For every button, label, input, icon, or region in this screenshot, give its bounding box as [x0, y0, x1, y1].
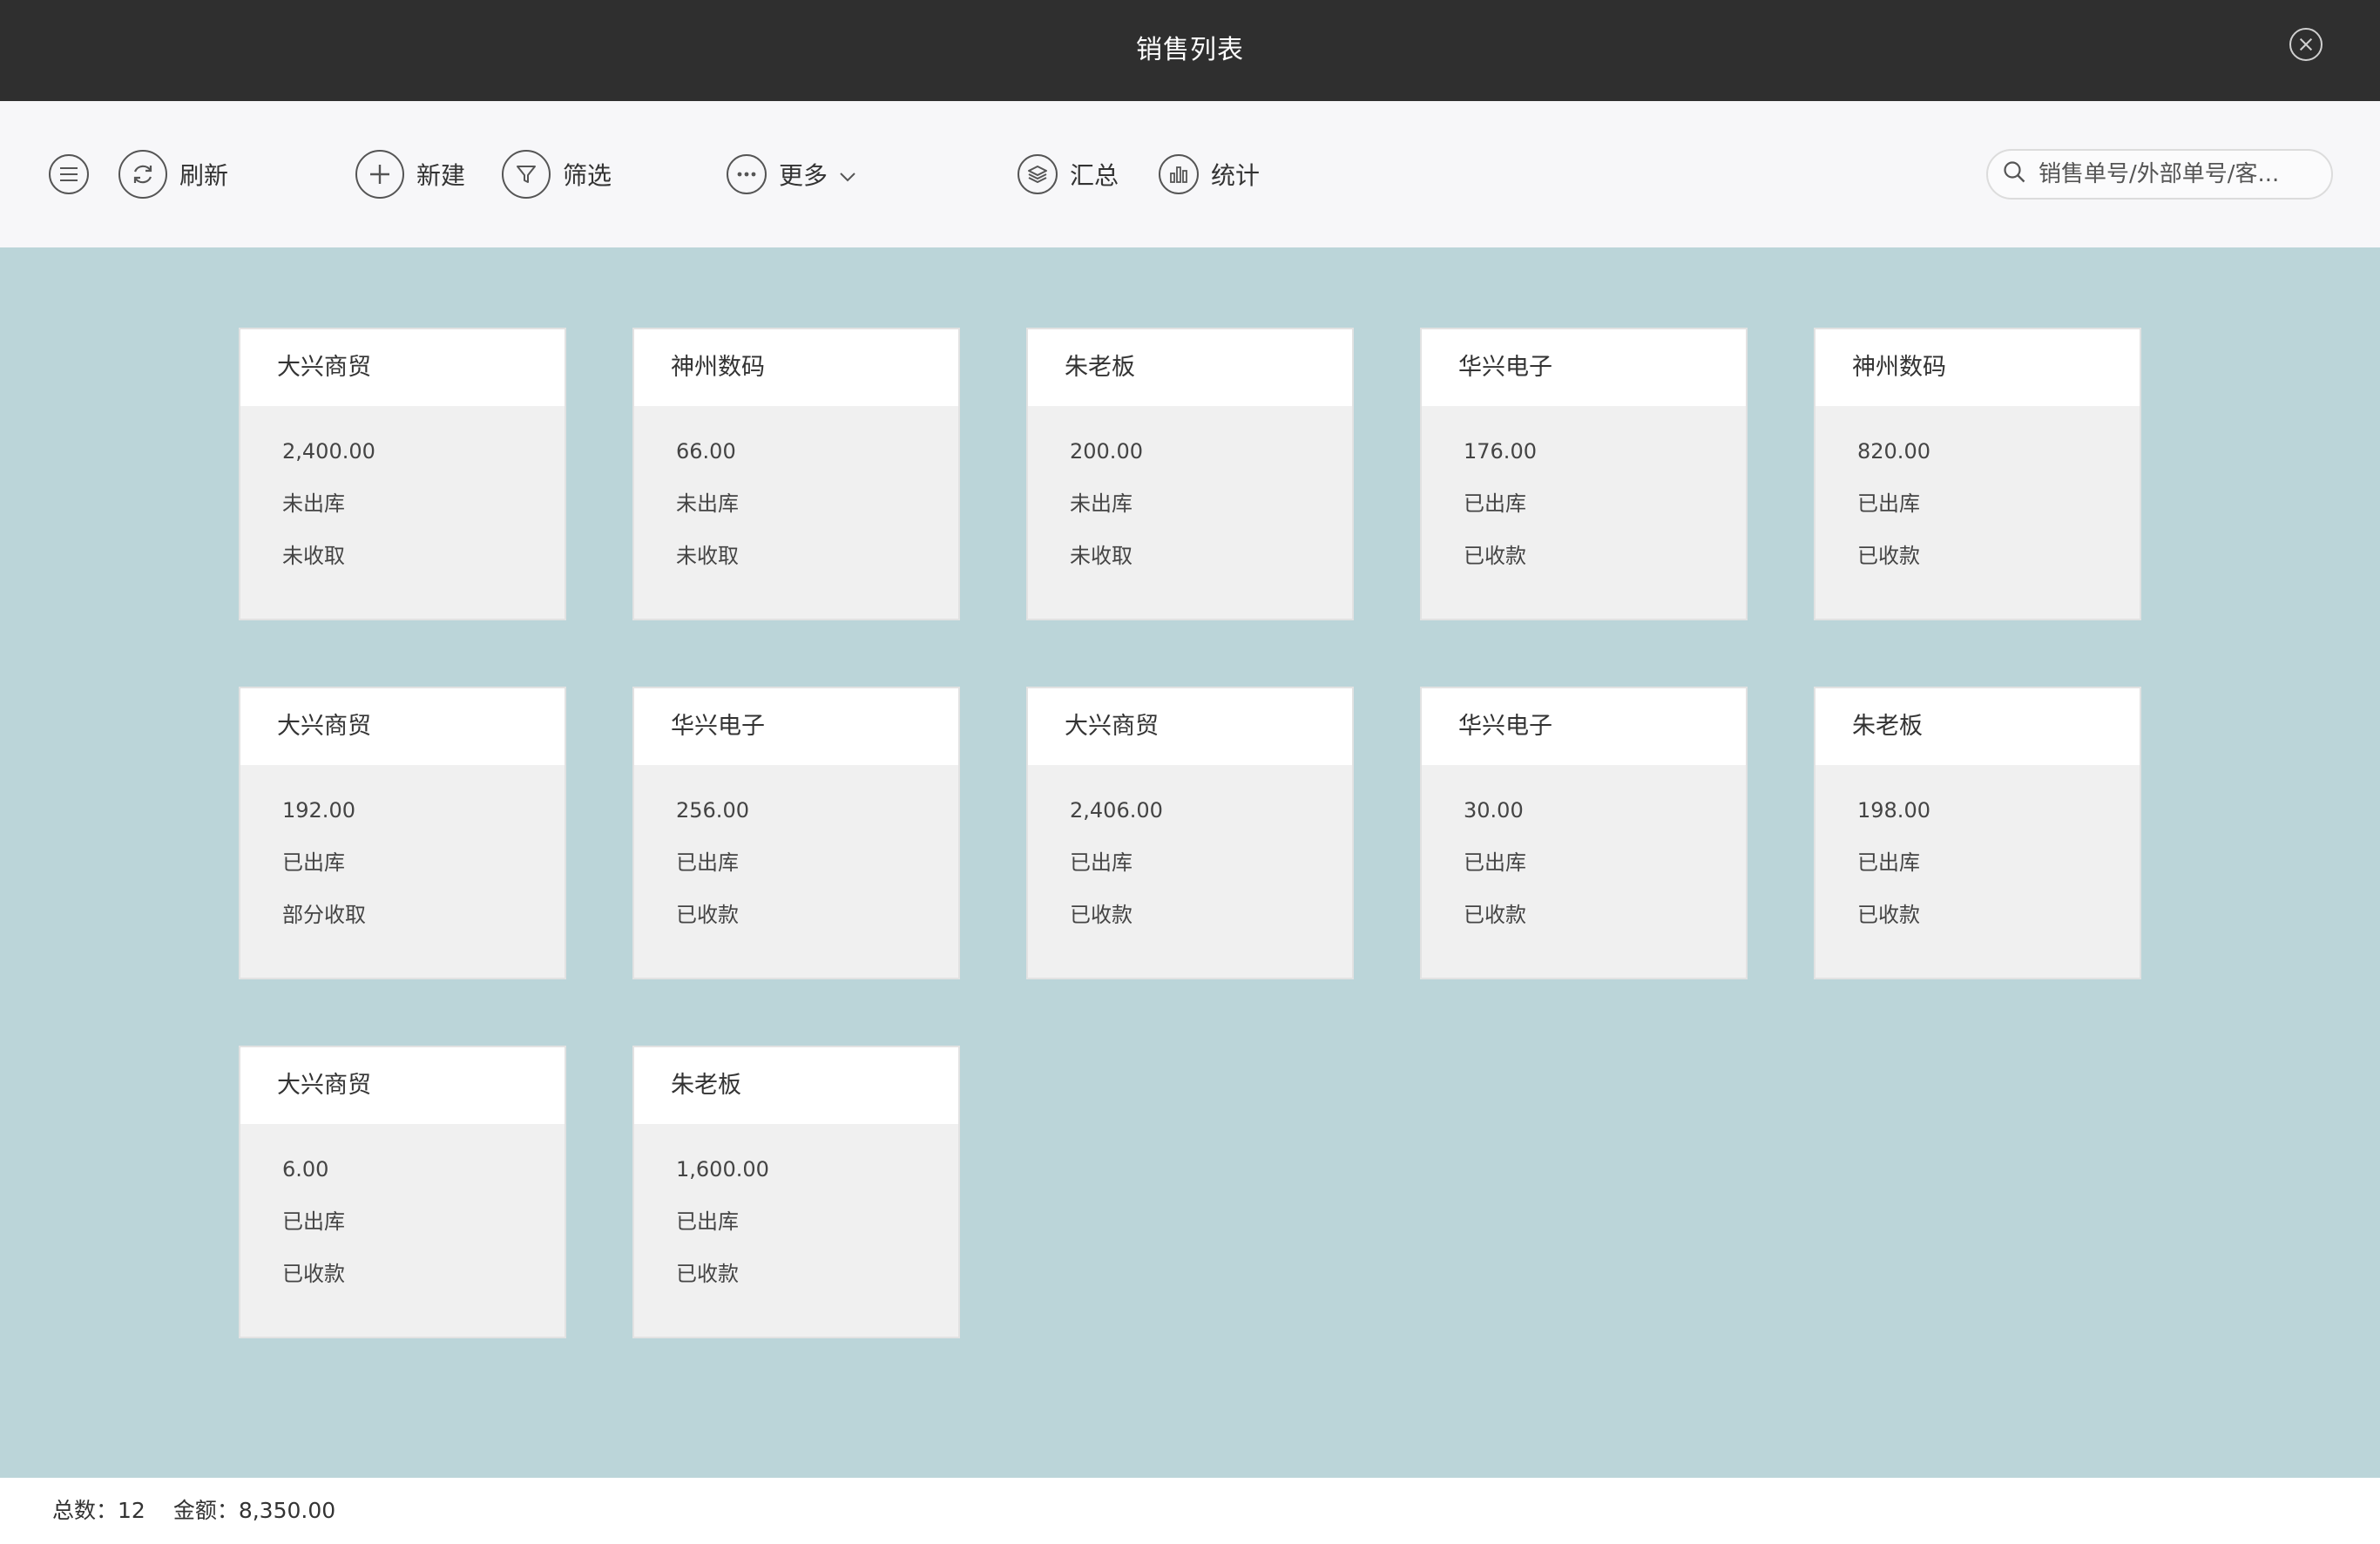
- plus-icon: [355, 150, 404, 199]
- card-customer: 大兴商贸: [240, 1047, 565, 1124]
- card-shipping-status: 已出库: [1070, 850, 1133, 875]
- card-shipping-status: 已出库: [1464, 491, 1526, 516]
- filter-label: 筛选: [563, 161, 612, 190]
- card-shipping-status: 未出库: [676, 491, 739, 516]
- card-customer: 朱老板: [634, 1047, 958, 1124]
- toolbar: 刷新 新建 筛选 更多 汇总 统计 销售单号/外部单号/客...: [0, 101, 2380, 247]
- card-customer: 大兴商贸: [1028, 688, 1352, 765]
- sales-card[interactable]: 大兴商贸 192.00 已出库 部分收取: [239, 687, 566, 979]
- sales-card[interactable]: 华兴电子 30.00 已出库 已收款: [1420, 687, 1748, 979]
- card-customer: 神州数码: [1815, 329, 2140, 406]
- card-amount: 1,600.00: [676, 1157, 769, 1182]
- new-label: 新建: [416, 161, 466, 190]
- sales-card[interactable]: 朱老板 200.00 未出库 未收取: [1026, 328, 1354, 620]
- card-customer: 华兴电子: [1422, 329, 1746, 406]
- more-button[interactable]: 更多: [727, 150, 857, 199]
- search-box[interactable]: [1986, 149, 2333, 200]
- card-customer: 大兴商贸: [240, 688, 565, 765]
- card-grid: 大兴商贸 2,400.00 未出库 未收取 神州数码 66.00 未出库 未收取…: [239, 328, 2141, 1338]
- card-amount: 192.00: [282, 798, 355, 823]
- bar-chart-icon: [1159, 154, 1199, 194]
- card-payment-status: 已收款: [1857, 544, 1920, 568]
- card-shipping-status: 已出库: [1857, 850, 1920, 875]
- summary-button[interactable]: 汇总: [1018, 150, 1119, 199]
- card-shipping-status: 已出库: [1857, 491, 1920, 516]
- card-amount: 30.00: [1464, 798, 1524, 823]
- refresh-icon: [118, 150, 167, 199]
- menu-icon: [49, 154, 89, 194]
- card-shipping-status: 已出库: [1464, 850, 1526, 875]
- card-customer: 朱老板: [1028, 329, 1352, 406]
- card-customer: 朱老板: [1815, 688, 2140, 765]
- card-amount: 2,400.00: [282, 439, 375, 464]
- card-customer: 华兴电子: [634, 688, 958, 765]
- card-shipping-status: 已出库: [676, 1209, 739, 1234]
- card-shipping-status: 未出库: [1070, 491, 1133, 516]
- card-customer: 大兴商贸: [240, 329, 565, 406]
- window-title: 销售列表: [1136, 35, 1244, 65]
- refresh-button[interactable]: 刷新: [118, 150, 228, 199]
- sales-card[interactable]: 大兴商贸 2,406.00 已出库 已收款: [1026, 687, 1354, 979]
- card-amount: 256.00: [676, 798, 749, 823]
- card-payment-status: 已收款: [1464, 903, 1526, 927]
- card-payment-status: 已收款: [282, 1262, 345, 1286]
- menu-button[interactable]: [49, 150, 89, 199]
- card-payment-status: 已收款: [676, 1262, 739, 1286]
- chevron-down-icon: [838, 160, 857, 189]
- card-shipping-status: 未出库: [282, 491, 345, 516]
- card-payment-status: 部分收取: [282, 903, 366, 927]
- card-shipping-status: 已出库: [676, 850, 739, 875]
- search-icon: [2002, 159, 2028, 189]
- refresh-label: 刷新: [179, 161, 229, 190]
- stats-button[interactable]: 统计: [1159, 150, 1260, 199]
- filter-icon: [502, 150, 551, 199]
- new-button[interactable]: 新建: [355, 150, 465, 199]
- card-amount: 66.00: [676, 439, 736, 464]
- card-customer: 华兴电子: [1422, 688, 1746, 765]
- card-amount: 200.00: [1070, 439, 1143, 464]
- layers-icon: [1018, 154, 1058, 194]
- card-payment-status: 未收取: [1070, 544, 1133, 568]
- sales-card[interactable]: 华兴电子 256.00 已出库 已收款: [632, 687, 960, 979]
- sales-card[interactable]: 朱老板 1,600.00 已出库 已收款: [632, 1046, 960, 1338]
- sales-card[interactable]: 华兴电子 176.00 已出库 已收款: [1420, 328, 1748, 620]
- sales-card[interactable]: 神州数码 820.00 已出库 已收款: [1814, 328, 2141, 620]
- card-customer: 神州数码: [634, 329, 958, 406]
- close-icon[interactable]: [2289, 28, 2323, 61]
- summary-label: 汇总: [1070, 161, 1119, 190]
- total-count: 总数：12: [52, 1498, 145, 1523]
- card-payment-status: 未收取: [282, 544, 345, 568]
- card-shipping-status: 已出库: [282, 1209, 345, 1234]
- sales-card[interactable]: 大兴商贸 6.00 已出库 已收款: [239, 1046, 566, 1338]
- card-payment-status: 已收款: [1464, 544, 1526, 568]
- card-list-area: 大兴商贸 2,400.00 未出库 未收取 神州数码 66.00 未出库 未收取…: [0, 247, 2380, 1478]
- title-bar: 销售列表: [0, 0, 2380, 101]
- sales-card[interactable]: 大兴商贸 2,400.00 未出库 未收取: [239, 328, 566, 620]
- card-payment-status: 已收款: [676, 903, 739, 927]
- more-label: 更多: [779, 161, 828, 190]
- total-amount: 金额：8,350.00: [172, 1498, 336, 1523]
- card-amount: 176.00: [1464, 439, 1537, 464]
- card-amount: 820.00: [1857, 439, 1930, 464]
- more-dots-icon: [727, 154, 767, 194]
- card-amount: 6.00: [282, 1157, 329, 1182]
- stats-label: 统计: [1211, 161, 1261, 190]
- card-shipping-status: 已出库: [282, 850, 345, 875]
- card-amount: 198.00: [1857, 798, 1930, 823]
- search-input[interactable]: [2039, 161, 2317, 187]
- card-amount: 2,406.00: [1070, 798, 1163, 823]
- card-payment-status: 已收款: [1070, 903, 1133, 927]
- sales-card[interactable]: 朱老板 198.00 已出库 已收款: [1814, 687, 2141, 979]
- filter-button[interactable]: 筛选: [502, 150, 612, 199]
- status-bar: 总数：12 金额：8,350.00: [0, 1478, 2380, 1544]
- card-payment-status: 已收款: [1857, 903, 1920, 927]
- card-payment-status: 未收取: [676, 544, 739, 568]
- sales-card[interactable]: 神州数码 66.00 未出库 未收取: [632, 328, 960, 620]
